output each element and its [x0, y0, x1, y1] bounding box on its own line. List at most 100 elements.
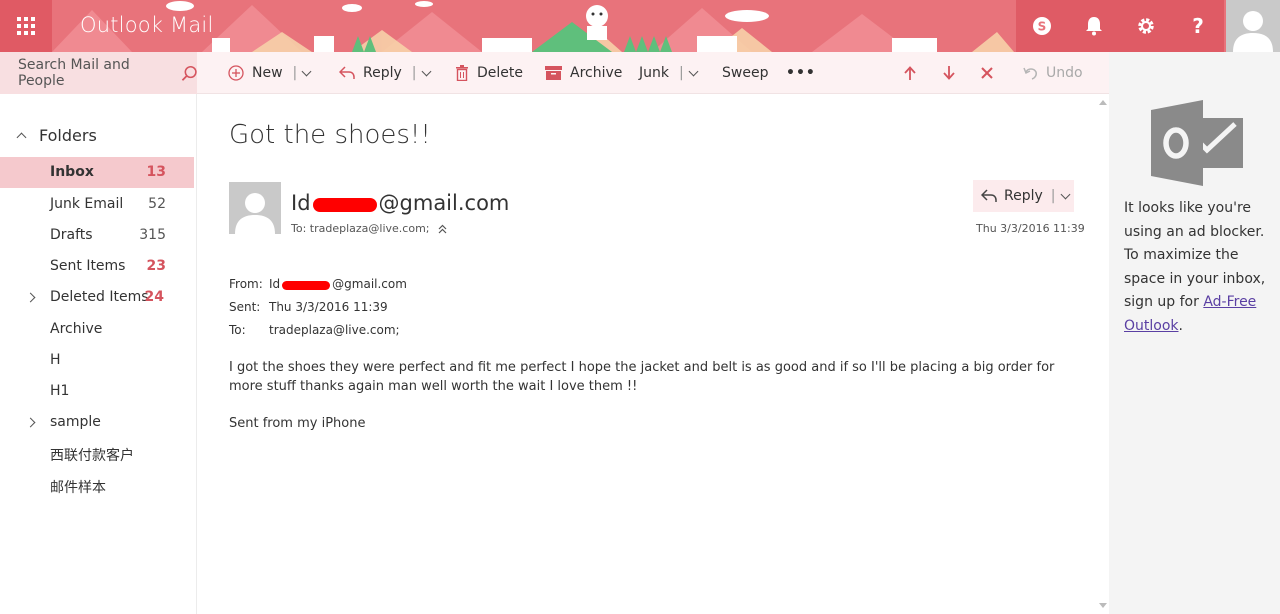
help-button[interactable]: ? [1172, 0, 1224, 52]
arrow-down-icon [943, 66, 955, 80]
quoted-header: From: Id @gmail.com Sent: Thu 3/3/2016 1… [229, 272, 407, 341]
next-message-button[interactable] [943, 52, 955, 94]
junk-button[interactable]: Junk | [639, 52, 699, 94]
recipient-text: To: tradeplaza@live.com; [291, 222, 430, 235]
search-box[interactable]: Search Mail and People [0, 52, 197, 94]
arrow-up-icon [904, 66, 916, 80]
sweep-label: Sweep [722, 65, 769, 81]
search-input[interactable]: Search Mail and People [18, 57, 175, 89]
scroll-up-icon[interactable] [1099, 100, 1107, 105]
sender-avatar [229, 182, 281, 234]
folder-label: 西联付款客户 [50, 448, 134, 464]
sender-suffix: @gmail.com [378, 191, 510, 215]
message-date: Thu 3/3/2016 11:39 [976, 222, 1085, 235]
from-key: From: [229, 276, 263, 291]
close-message-button[interactable] [981, 52, 993, 94]
redaction-mark [312, 197, 377, 212]
user-avatar[interactable] [1226, 0, 1280, 52]
reply-icon [981, 189, 997, 202]
double-chevron-up-icon[interactable] [438, 224, 447, 234]
notifications-button[interactable] [1068, 0, 1120, 52]
sweep-button[interactable]: Sweep [722, 52, 768, 94]
sidebar-item-h[interactable]: H [0, 345, 194, 376]
archive-icon [545, 66, 562, 80]
outlook-logo-icon [1151, 100, 1243, 186]
folders-header[interactable]: Folders [14, 126, 97, 145]
folder-label: Sent Items [50, 258, 126, 274]
archive-button[interactable]: Archive [545, 52, 622, 94]
bell-icon [1086, 17, 1102, 36]
close-icon [981, 67, 993, 79]
sidebar-item-junk-email[interactable]: Junk Email 52 [0, 189, 194, 220]
new-button[interactable]: New | [228, 52, 312, 94]
chevron-down-icon[interactable] [1060, 189, 1070, 199]
chevron-right-icon[interactable] [25, 417, 36, 428]
app-launcher-button[interactable] [0, 0, 52, 52]
more-icon: ••• [786, 65, 816, 81]
message-body: I got the shoes they were perfect and fi… [229, 360, 1055, 394]
person-icon [235, 193, 275, 234]
delete-button[interactable]: Delete [455, 52, 523, 94]
skype-button[interactable]: S [1016, 0, 1068, 52]
archive-label: Archive [570, 65, 623, 81]
previous-message-button[interactable] [904, 52, 916, 94]
item-count: 315 [139, 227, 166, 243]
sender-address[interactable]: Id @gmail.com [291, 191, 509, 215]
sidebar-item-deleted-items[interactable]: Deleted Items 24 [0, 282, 194, 313]
reading-scrollbar[interactable] [1096, 96, 1108, 614]
folder-label: 邮件样本 [50, 480, 106, 496]
sent-key: Sent: [229, 299, 261, 314]
sidebar-item-sent-items[interactable]: Sent Items 23 [0, 251, 194, 282]
command-bar: New | Reply | Delete Archive Junk | Swee… [197, 52, 1109, 94]
skype-icon: S [1033, 17, 1051, 35]
folder-label: Archive [50, 321, 103, 337]
sidebar-item-sample[interactable]: sample [0, 407, 194, 438]
reply-icon [339, 66, 355, 79]
help-icon: ? [1192, 14, 1204, 38]
sidebar-item-mail-samples[interactable]: 邮件样本 [0, 470, 194, 501]
sidebar-item-archive[interactable]: Archive [0, 314, 194, 345]
new-label: New [252, 65, 283, 81]
chevron-down-icon[interactable] [301, 66, 312, 76]
sidebar-item-inbox[interactable]: Inbox 13 [0, 157, 194, 188]
to-row: To: tradeplaza@live.com; [229, 318, 407, 341]
settings-button[interactable] [1120, 0, 1172, 52]
sent-value: Thu 3/3/2016 11:39 [269, 299, 388, 314]
message-signature: Sent from my iPhone [229, 416, 366, 431]
folder-label: H [50, 352, 61, 368]
from-row: From: Id @gmail.com [229, 272, 407, 295]
chevron-down-icon[interactable] [688, 66, 699, 76]
folder-label: Junk Email [50, 196, 124, 212]
sidebar-item-h1[interactable]: H1 [0, 376, 194, 407]
reply-button[interactable]: Reply | [339, 52, 431, 94]
gear-icon [1138, 18, 1154, 34]
chevron-right-icon[interactable] [25, 292, 36, 303]
more-actions-button[interactable]: ••• [786, 52, 816, 94]
person-icon [1233, 11, 1273, 52]
sidebar-item-western-union-customers[interactable]: 西联付款客户 [0, 438, 194, 469]
chevron-down-icon[interactable] [421, 66, 431, 76]
sender-prefix: Id [291, 191, 311, 215]
message-subject: Got the shoes!! [229, 120, 431, 150]
undo-label: Undo [1046, 65, 1083, 81]
undo-button[interactable]: Undo [1023, 52, 1083, 94]
folder-pane: Folders Inbox 13 Junk Email 52 Drafts 31… [0, 94, 197, 614]
unread-count: 23 [146, 258, 166, 274]
ad-pane: It looks like you're using an ad blocker… [1109, 52, 1280, 614]
svg-text:S: S [1038, 20, 1047, 34]
unread-count: 13 [146, 164, 166, 180]
ad-blocker-message: It looks like you're using an ad blocker… [1124, 197, 1276, 338]
to-value: tradeplaza@live.com; [269, 322, 400, 337]
recipient-line: To: tradeplaza@live.com; [291, 222, 447, 235]
unread-count: 24 [144, 289, 164, 305]
folder-label: sample [50, 414, 101, 430]
item-count: 52 [148, 196, 166, 212]
from-suffix: @gmail.com [332, 276, 407, 291]
reply-message-button[interactable]: Reply | [973, 180, 1074, 212]
search-icon[interactable] [181, 65, 197, 82]
sidebar-item-drafts[interactable]: Drafts 315 [0, 220, 194, 251]
sent-row: Sent: Thu 3/3/2016 11:39 [229, 295, 407, 318]
chevron-up-icon[interactable] [16, 132, 27, 143]
scroll-down-icon[interactable] [1099, 603, 1107, 608]
folder-label: Inbox [50, 164, 94, 180]
